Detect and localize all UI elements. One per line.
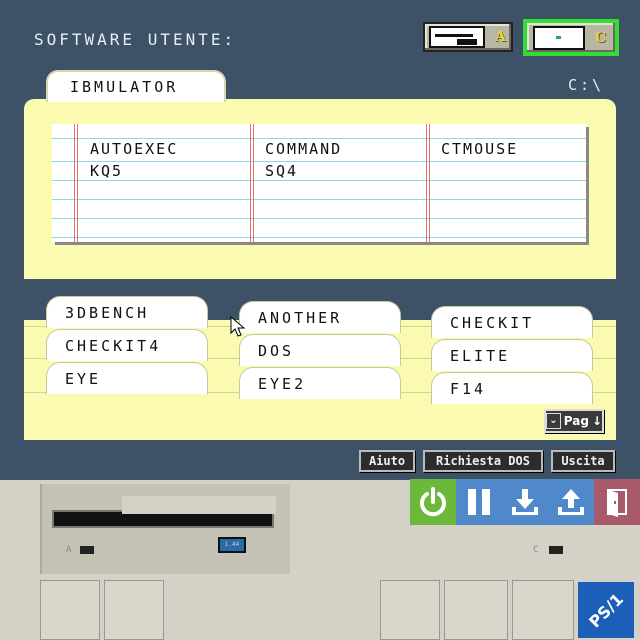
exit-button[interactable]: Uscita (551, 450, 615, 472)
arrow-down-icon: ↓ (591, 414, 602, 428)
ibm-ps1-logo: PS/1 (578, 582, 634, 638)
front-panel-slot (40, 580, 100, 640)
file-column: AUTOEXEC KQ5 (90, 138, 178, 182)
file-item-kq5[interactable]: KQ5 (90, 160, 178, 182)
power-button[interactable] (410, 479, 456, 525)
save-state-button[interactable] (502, 479, 548, 525)
file-item-ctmouse[interactable]: CTMOUSE (441, 138, 518, 160)
page-down-button[interactable]: ⌄ Pag ↓ (544, 409, 604, 433)
ibm-ps1-logo-text: PS/1 (585, 589, 627, 631)
program-tab-dos[interactable]: DOS (239, 334, 401, 366)
load-state-button[interactable] (548, 479, 594, 525)
folder-tab-ibmulator[interactable]: IBMULATOR (46, 70, 226, 102)
program-tab-f14[interactable]: F14 (431, 372, 593, 404)
program-tab-elite[interactable]: ELITE (431, 339, 593, 371)
file-item-command[interactable]: COMMAND (265, 138, 342, 160)
file-column: CTMOUSE (441, 138, 518, 160)
dos-prompt-button[interactable]: Richiesta DOS (423, 450, 543, 472)
program-tab-label: CHECKIT (450, 313, 535, 332)
front-panel-slot (104, 580, 164, 640)
program-tab-label: EYE2 (258, 374, 307, 393)
drive-c-button[interactable]: C (523, 19, 619, 56)
folder-tab-label: IBMULATOR (70, 78, 179, 96)
pause-icon (468, 489, 490, 515)
file-item-autoexec[interactable]: AUTOEXEC (90, 138, 178, 160)
power-icon (420, 487, 446, 517)
program-tab-label: DOS (258, 341, 295, 360)
chevron-down-icon: ⌄ (546, 413, 561, 429)
front-panel-slot (444, 580, 508, 640)
margin-line (426, 124, 430, 242)
program-tab-label: ANOTHER (258, 308, 343, 327)
program-tab-label: F14 (450, 379, 487, 398)
program-tab-another[interactable]: ANOTHER (239, 301, 401, 333)
program-tab-eye2[interactable]: EYE2 (239, 367, 401, 399)
current-path: C:\ (568, 76, 605, 94)
pause-button[interactable] (456, 479, 502, 525)
drive-a-button[interactable]: A (423, 22, 513, 52)
quit-emulator-button[interactable] (594, 479, 640, 525)
file-column: COMMAND SQ4 (265, 138, 342, 182)
margin-line (250, 124, 254, 242)
program-tab-label: ELITE (450, 346, 511, 365)
mouse-cursor-icon (230, 316, 246, 337)
program-tab-label: CHECKIT4 (65, 336, 162, 355)
page-title: SOFTWARE UTENTE: (34, 30, 237, 49)
eject-button[interactable]: 1.44 (218, 537, 246, 553)
drive-c-led (549, 546, 563, 554)
program-tab-label: EYE (65, 369, 102, 388)
front-panel-slot (380, 580, 440, 640)
help-button[interactable]: Aiuto (359, 450, 415, 472)
download-icon (512, 489, 538, 515)
drive-c-led-label: C (533, 545, 539, 555)
program-tab-3dbench[interactable]: 3DBENCH (46, 296, 208, 328)
front-panel-slot (512, 580, 574, 640)
program-tab-checkit[interactable]: CHECKIT (431, 306, 593, 338)
program-tab-eye[interactable]: EYE (46, 362, 208, 394)
program-tab-checkit4[interactable]: CHECKIT4 (46, 329, 208, 361)
floppy-drive-icon (429, 26, 485, 48)
file-item-sq4[interactable]: SQ4 (265, 160, 342, 182)
hard-disk-icon (533, 25, 585, 50)
program-tab-label: 3DBENCH (65, 303, 150, 322)
exit-door-icon (607, 489, 627, 517)
drive-c-letter: C (595, 29, 607, 46)
floppy-slot-lip (122, 496, 276, 514)
drive-a-led (80, 546, 94, 554)
drive-a-letter: A (495, 29, 506, 45)
file-list: AUTOEXEC KQ5 COMMAND SQ4 CTMOUSE (52, 124, 586, 242)
upload-icon (558, 489, 584, 515)
page-button-label: Pag (563, 414, 589, 428)
margin-line (74, 124, 78, 242)
drive-a-led-label: A (66, 545, 72, 555)
